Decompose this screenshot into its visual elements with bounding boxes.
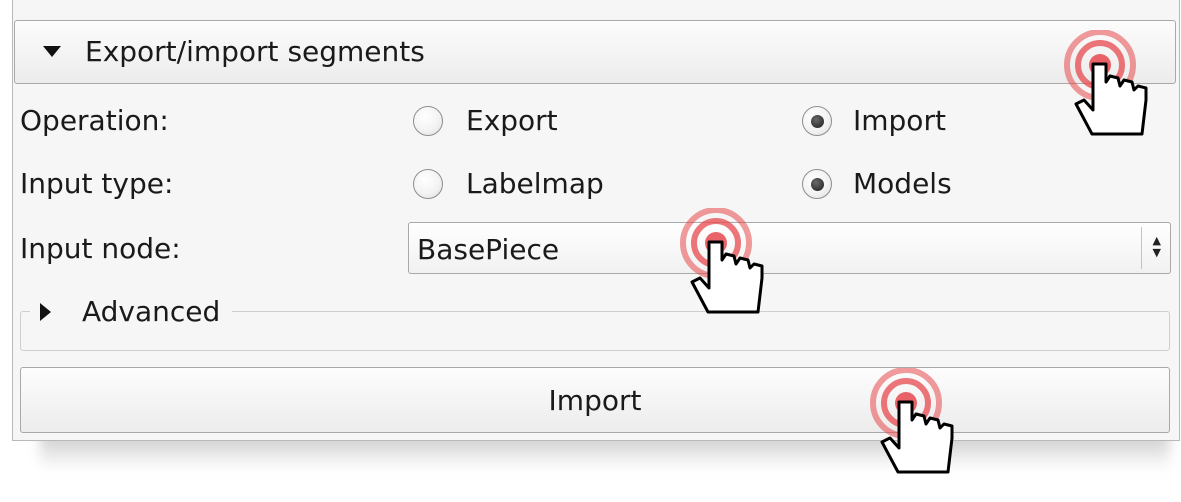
triangle-right-icon (40, 303, 51, 321)
triangle-down-icon (43, 46, 61, 57)
radio-models[interactable] (802, 169, 832, 199)
input-type-label: Input type: (20, 167, 174, 200)
radio-models-label[interactable]: Models (853, 167, 952, 200)
combo-divider (1141, 227, 1142, 269)
radio-import[interactable] (802, 106, 832, 136)
radio-labelmap-label[interactable]: Labelmap (466, 167, 604, 200)
radio-export-label[interactable]: Export (466, 104, 558, 137)
operation-label: Operation: (20, 104, 169, 137)
advanced-toggle[interactable]: Advanced (30, 292, 233, 332)
up-down-arrows-icon[interactable]: ▲ ▼ (1153, 235, 1161, 259)
section-header-export-import[interactable]: Export/import segments (14, 20, 1176, 84)
hand-pointer-click-icon (680, 208, 764, 314)
radio-labelmap[interactable] (413, 169, 443, 199)
advanced-label: Advanced (82, 295, 221, 328)
input-node-combobox[interactable]: BasePiece ▲ ▼ (408, 222, 1171, 274)
hand-pointer-click-icon (1064, 30, 1148, 136)
section-title: Export/import segments (85, 35, 425, 68)
input-node-label: Input node: (20, 232, 181, 265)
radio-export[interactable] (413, 106, 443, 136)
hand-pointer-click-icon (870, 368, 954, 474)
input-node-value: BasePiece (417, 233, 560, 266)
radio-import-label[interactable]: Import (853, 104, 946, 137)
import-button[interactable]: Import (20, 367, 1170, 433)
